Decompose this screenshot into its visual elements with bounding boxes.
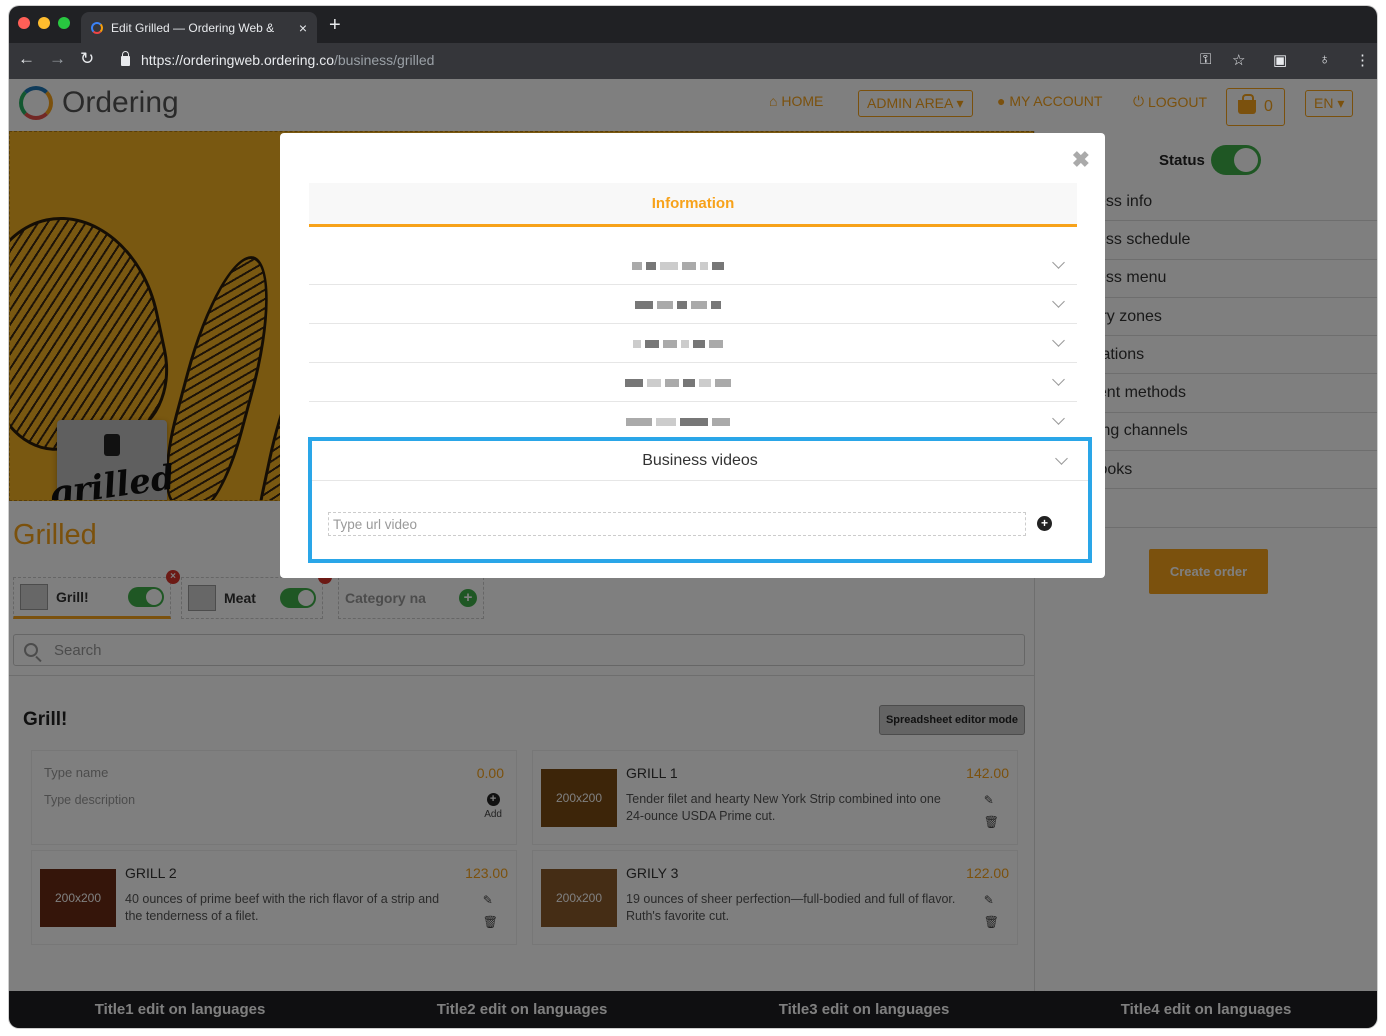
url-host: https://orderingweb.ordering.co: [141, 52, 334, 68]
redacted-label: [595, 368, 761, 398]
browser-tab[interactable]: Edit Grilled — Ordering Web & ×: [81, 12, 317, 43]
chevron-down-icon: [1052, 256, 1065, 269]
add-video-icon[interactable]: +: [1037, 516, 1052, 531]
tab-title: Edit Grilled — Ordering Web &: [111, 20, 275, 35]
tab-close-icon[interactable]: ×: [299, 20, 307, 36]
redacted-label: [595, 407, 761, 437]
redacted-label: [595, 251, 761, 281]
redacted-label: [595, 290, 761, 320]
close-icon[interactable]: ✖: [1072, 147, 1090, 173]
star-icon[interactable]: ☆: [1232, 51, 1245, 69]
new-tab-button[interactable]: +: [329, 14, 341, 37]
business-videos-header[interactable]: Business videos: [312, 441, 1088, 481]
accordion-item[interactable]: [309, 363, 1077, 402]
key-icon[interactable]: ⚿: [1200, 51, 1211, 68]
chevron-down-icon: [1055, 452, 1068, 465]
tab-strip: Edit Grilled — Ordering Web & × +: [9, 6, 1377, 43]
maximize-window-button[interactable]: [58, 17, 70, 29]
menu-kebab-icon[interactable]: ⋮: [1355, 51, 1370, 69]
forward-arrow-icon[interactable]: →: [49, 49, 66, 69]
url-path: /business/grilled: [334, 52, 435, 68]
window-controls: [18, 17, 70, 29]
information-modal: ✖ Information Business videos Type url v…: [280, 133, 1105, 578]
chevron-down-icon: [1052, 295, 1065, 308]
accordion-item[interactable]: [309, 246, 1077, 285]
redacted-label: [595, 329, 761, 359]
accordion-item[interactable]: [309, 285, 1077, 324]
url-field[interactable]: https://orderingweb.ordering.co/business…: [121, 51, 435, 68]
accordion-item[interactable]: [309, 324, 1077, 363]
chevron-down-icon: [1052, 334, 1065, 347]
minimize-window-button[interactable]: [38, 17, 50, 29]
incognito-icon[interactable]: ♁: [1319, 51, 1330, 68]
close-window-button[interactable]: [18, 17, 30, 29]
business-videos-section: Business videos Type url video +: [308, 437, 1092, 563]
reload-icon[interactable]: ↻: [80, 49, 94, 69]
lock-icon: [121, 51, 130, 66]
favicon-icon: [91, 21, 103, 34]
chevron-down-icon: [1052, 373, 1065, 386]
chevron-down-icon: [1052, 412, 1065, 425]
cast-icon[interactable]: ▣: [1273, 51, 1287, 69]
business-videos-title: Business videos: [642, 451, 758, 469]
accordion-item[interactable]: [309, 402, 1077, 441]
page: Ordering ⌂ HOME ADMIN AREA ▾ ● MY ACCOUN…: [9, 79, 1377, 1028]
back-arrow-icon[interactable]: ←: [18, 49, 35, 69]
browser-window: Edit Grilled — Ordering Web & × + ← → ↻ …: [9, 6, 1377, 1028]
video-url-input[interactable]: Type url video: [328, 512, 1026, 536]
tab-information[interactable]: Information: [309, 183, 1077, 227]
address-bar: ← → ↻ https://orderingweb.ordering.co/bu…: [9, 43, 1377, 79]
